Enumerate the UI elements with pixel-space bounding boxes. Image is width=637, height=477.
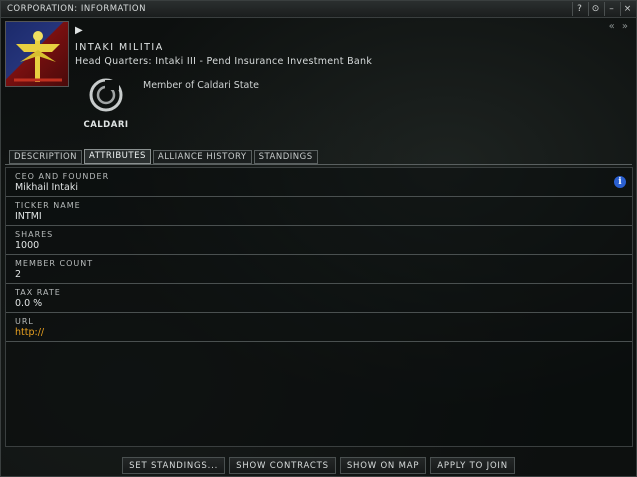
apply-to-join-button[interactable]: APPLY TO JOIN: [430, 456, 515, 474]
attribute-row-ticker: TICKER NAME INTMI: [6, 197, 632, 226]
corp-logo-emblem-icon: [14, 31, 62, 82]
tab-strip: DESCRIPTION ATTRIBUTES ALLIANCE HISTORY …: [9, 149, 318, 164]
attribute-value: 2: [15, 269, 22, 280]
attribute-label: CEO AND FOUNDER: [15, 172, 110, 181]
tab-description[interactable]: DESCRIPTION: [9, 150, 83, 164]
url-link[interactable]: http://: [15, 327, 632, 338]
info-icon[interactable]: i: [614, 176, 626, 188]
attribute-label: URL: [15, 317, 34, 326]
attribute-row-member-count: MEMBER COUNT 2: [6, 255, 632, 284]
alliance-logo[interactable]: CALDARI: [83, 77, 129, 133]
attribute-value: INTMI: [15, 211, 42, 222]
tab-attributes[interactable]: ATTRIBUTES: [84, 149, 151, 164]
corp-name: INTAKI MILITIA: [75, 42, 164, 53]
head-quarters: Head Quarters: Intaki III - Pend Insuran…: [75, 56, 373, 67]
help-icon[interactable]: ?: [572, 2, 586, 16]
member-of: Member of Caldari State: [143, 80, 259, 91]
attribute-row-tax-rate: TAX RATE 0.0 %: [6, 284, 632, 313]
ceo-link[interactable]: Mikhail Intaki: [15, 182, 632, 193]
attribute-label: MEMBER COUNT: [15, 259, 94, 268]
expand-arrow-icon[interactable]: ▶: [75, 25, 83, 36]
attribute-value: 0.0 %: [15, 298, 43, 309]
tab-standings[interactable]: STANDINGS: [253, 150, 318, 164]
collapse-icon[interactable]: «: [609, 21, 617, 32]
collapse-expand-controls: « »: [609, 21, 630, 32]
window-title: CORPORATION: INFORMATION: [7, 4, 146, 14]
attribute-row-url: URL http://: [6, 313, 632, 342]
attribute-label: TAX RATE: [15, 288, 61, 297]
corporation-info-window: CORPORATION: INFORMATION ? ⊙ – × « » ▶ I…: [0, 0, 637, 477]
show-on-map-button[interactable]: SHOW ON MAP: [339, 456, 427, 474]
tab-alliance-history[interactable]: ALLIANCE HISTORY: [152, 150, 252, 164]
attribute-label: SHARES: [15, 230, 54, 239]
action-bar: SET STANDINGS... SHOW CONTRACTS SHOW ON …: [1, 453, 636, 477]
close-icon[interactable]: ×: [620, 2, 634, 16]
set-standings-button[interactable]: SET STANDINGS...: [122, 456, 226, 474]
caldari-emblem-icon: [89, 78, 123, 112]
attribute-row-shares: SHARES 1000: [6, 226, 632, 255]
show-contracts-button[interactable]: SHOW CONTRACTS: [229, 456, 336, 474]
attribute-value: 1000: [15, 240, 40, 251]
expand-icon[interactable]: »: [622, 21, 630, 32]
pin-icon[interactable]: ⊙: [588, 2, 602, 16]
title-bar[interactable]: CORPORATION: INFORMATION ? ⊙ – ×: [1, 1, 636, 18]
attributes-panel: CEO AND FOUNDER Mikhail Intaki i TICKER …: [5, 167, 633, 447]
minimize-icon[interactable]: –: [604, 2, 618, 16]
attribute-label: TICKER NAME: [15, 201, 81, 210]
corp-logo: [5, 21, 69, 87]
alliance-logo-text: CALDARI: [83, 120, 129, 130]
tab-divider: [5, 164, 632, 165]
attribute-row-ceo: CEO AND FOUNDER Mikhail Intaki i: [6, 168, 632, 197]
